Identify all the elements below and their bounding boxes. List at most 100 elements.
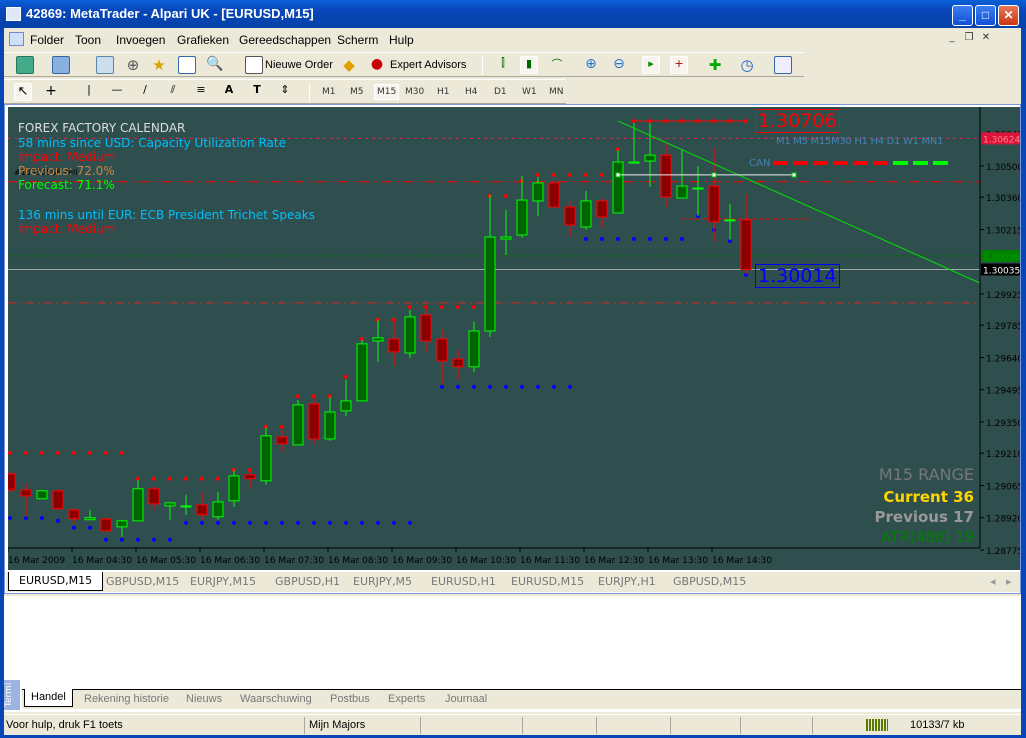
chart-tab-active[interactable]: EURUSD,M15 bbox=[8, 572, 104, 591]
zoom-in-icon[interactable]: ⊕ bbox=[582, 56, 600, 74]
window-title: 42869: MetaTrader - Alpari UK - [EURUSD,… bbox=[26, 6, 314, 21]
periods-clock-icon[interactable]: ◷ bbox=[738, 56, 756, 74]
mdi-restore-button[interactable]: ❐ bbox=[961, 31, 977, 45]
timeframe-h1[interactable]: H1 bbox=[437, 87, 450, 97]
terminal-tab-handel[interactable]: Handel bbox=[24, 689, 73, 707]
support-dot bbox=[376, 520, 380, 525]
candle-body bbox=[4, 473, 16, 491]
mdi-close-button[interactable]: ✕ bbox=[978, 31, 994, 45]
zoom-out-icon[interactable]: ⊖ bbox=[610, 56, 628, 74]
expert-advisors-button[interactable]: Expert Advisors bbox=[390, 59, 466, 71]
chart-tab[interactable]: EURJPY,M5 bbox=[353, 575, 412, 588]
chart-tab[interactable]: EURJPY,M15 bbox=[190, 575, 256, 588]
candle-body bbox=[452, 358, 464, 368]
tester-icon[interactable]: 🔍 bbox=[206, 56, 224, 74]
timeframe-m5[interactable]: M5 bbox=[350, 87, 364, 97]
horizontal-line-icon[interactable]: — bbox=[108, 83, 126, 101]
fibonacci-icon[interactable]: ≡ bbox=[192, 83, 210, 101]
chart-shift-icon[interactable]: + bbox=[670, 56, 688, 74]
arrows-icon[interactable]: ⇕ bbox=[276, 83, 294, 101]
menu-toon[interactable]: Toon bbox=[75, 33, 101, 47]
price-tick-label: 1.29785 bbox=[986, 322, 1020, 332]
timeframe-m30[interactable]: M30 bbox=[405, 87, 424, 97]
menu-gereedschappen[interactable]: Gereedschappen bbox=[239, 33, 331, 47]
chart-tab[interactable]: EURJPY,H1 bbox=[598, 575, 656, 588]
minimize-button[interactable]: _ bbox=[952, 5, 973, 26]
session-low-label: 1.30014 bbox=[755, 264, 840, 288]
templates-icon[interactable] bbox=[774, 56, 792, 74]
support-dot bbox=[456, 384, 460, 389]
chart-tab[interactable]: EURUSD,H1 bbox=[431, 575, 496, 588]
resistance-dot bbox=[408, 304, 412, 309]
resistance-dot bbox=[584, 172, 588, 177]
new-order-button[interactable]: Nieuwe Order bbox=[265, 59, 333, 71]
mdi-minimize-button[interactable]: _ bbox=[944, 31, 960, 45]
price-tick-label: 1.30500 bbox=[986, 163, 1020, 173]
equidistant-channel-icon[interactable]: ⫽ bbox=[164, 83, 182, 101]
profiles-icon[interactable] bbox=[52, 56, 70, 74]
menu-scherm[interactable]: Scherm bbox=[337, 33, 378, 47]
price-tick-label: 1.30215 bbox=[986, 226, 1020, 236]
maximize-button[interactable]: □ bbox=[975, 5, 996, 26]
tabs-scroll-right-icon[interactable]: ▸ bbox=[1006, 575, 1012, 588]
bar-chart-icon[interactable]: ⫿ bbox=[494, 56, 512, 74]
crosshair-icon[interactable]: + bbox=[42, 83, 60, 101]
timeframe-m1[interactable]: M1 bbox=[322, 87, 336, 97]
new-chart-icon[interactable] bbox=[16, 56, 34, 74]
mtf-signal-green bbox=[893, 161, 908, 165]
chart-window-icon[interactable] bbox=[9, 32, 24, 46]
support-dot bbox=[248, 520, 252, 525]
expert-advisors-icon[interactable]: ● bbox=[368, 56, 386, 74]
candle-body bbox=[212, 501, 224, 518]
terminal-icon[interactable] bbox=[178, 56, 196, 74]
chart-tab[interactable]: GBPUSD,M15 bbox=[106, 575, 179, 588]
timeframe-m15[interactable]: M15 bbox=[374, 84, 400, 100]
timeframe-h4[interactable]: H4 bbox=[465, 87, 478, 97]
status-cell bbox=[596, 717, 670, 734]
price-tick-label: 1.29210 bbox=[986, 450, 1020, 460]
menu-invoegen[interactable]: Invoegen bbox=[116, 33, 165, 47]
terminal-tab-postbus[interactable]: Postbus bbox=[330, 693, 370, 705]
indicators-icon[interactable]: ✚ bbox=[706, 56, 724, 74]
terminal-tab-experts[interactable]: Experts bbox=[388, 693, 425, 705]
auto-scroll-icon[interactable]: ▸ bbox=[642, 56, 660, 74]
candle-body bbox=[372, 337, 384, 342]
new-order-icon[interactable] bbox=[245, 56, 263, 74]
timeframe-w1[interactable]: W1 bbox=[522, 87, 537, 97]
tabs-scroll-left-icon[interactable]: ◂ bbox=[990, 575, 996, 588]
line-chart-icon[interactable]: ⌒ bbox=[548, 56, 566, 74]
status-profile: Mijn Majors bbox=[304, 717, 420, 734]
menu-folder[interactable]: Folder bbox=[30, 33, 64, 47]
terminal-tab-nieuws[interactable]: Nieuws bbox=[186, 693, 222, 705]
price-chart[interactable]: 1.306451.305001.303601.302151.299251.297… bbox=[4, 107, 1023, 570]
chart-canvas[interactable]: 1.306451.305001.303601.302151.299251.297… bbox=[4, 107, 1023, 570]
support-dot bbox=[200, 520, 204, 525]
terminal-tab-rekening-historie[interactable]: Rekening historie bbox=[84, 693, 169, 705]
resistance-dot bbox=[24, 450, 28, 455]
market-watch-icon[interactable] bbox=[96, 56, 114, 74]
menu-grafieken[interactable]: Grafieken bbox=[177, 33, 229, 47]
terminal-side-tab[interactable]: Termi bbox=[4, 680, 20, 710]
terminal-tab-journaal[interactable]: Journaal bbox=[445, 693, 487, 705]
trendline-icon[interactable]: / bbox=[136, 83, 154, 101]
vertical-line-icon[interactable]: | bbox=[80, 83, 98, 101]
bid-price-label: 1.30035 bbox=[983, 267, 1020, 277]
menu-hulp[interactable]: Hulp bbox=[389, 33, 414, 47]
chart-tab[interactable]: EURUSD,M15 bbox=[511, 575, 584, 588]
metaeditor-icon[interactable]: ◆ bbox=[340, 56, 358, 74]
close-button[interactable]: ✕ bbox=[998, 5, 1019, 26]
text-icon[interactable]: A bbox=[220, 83, 238, 101]
chart-tab[interactable]: GBPUSD,H1 bbox=[275, 575, 340, 588]
navigator-icon[interactable]: ★ bbox=[150, 56, 168, 74]
candle-body bbox=[68, 509, 80, 520]
timeframe-d1[interactable]: D1 bbox=[494, 87, 507, 97]
candlestick-chart-icon[interactable]: ▮ bbox=[520, 56, 538, 74]
cursor-icon[interactable]: ↖ bbox=[14, 83, 32, 101]
crosshair-data-window-icon[interactable]: ⊕ bbox=[124, 56, 142, 74]
range-title: M15 RANGE bbox=[878, 465, 974, 484]
timeframe-mn[interactable]: MN bbox=[549, 87, 564, 97]
terminal-tab-waarschuwing[interactable]: Waarschuwing bbox=[240, 693, 312, 705]
chart-tab[interactable]: GBPUSD,M15 bbox=[673, 575, 746, 588]
text-label-icon[interactable]: T bbox=[248, 83, 266, 101]
status-cell bbox=[670, 717, 740, 734]
